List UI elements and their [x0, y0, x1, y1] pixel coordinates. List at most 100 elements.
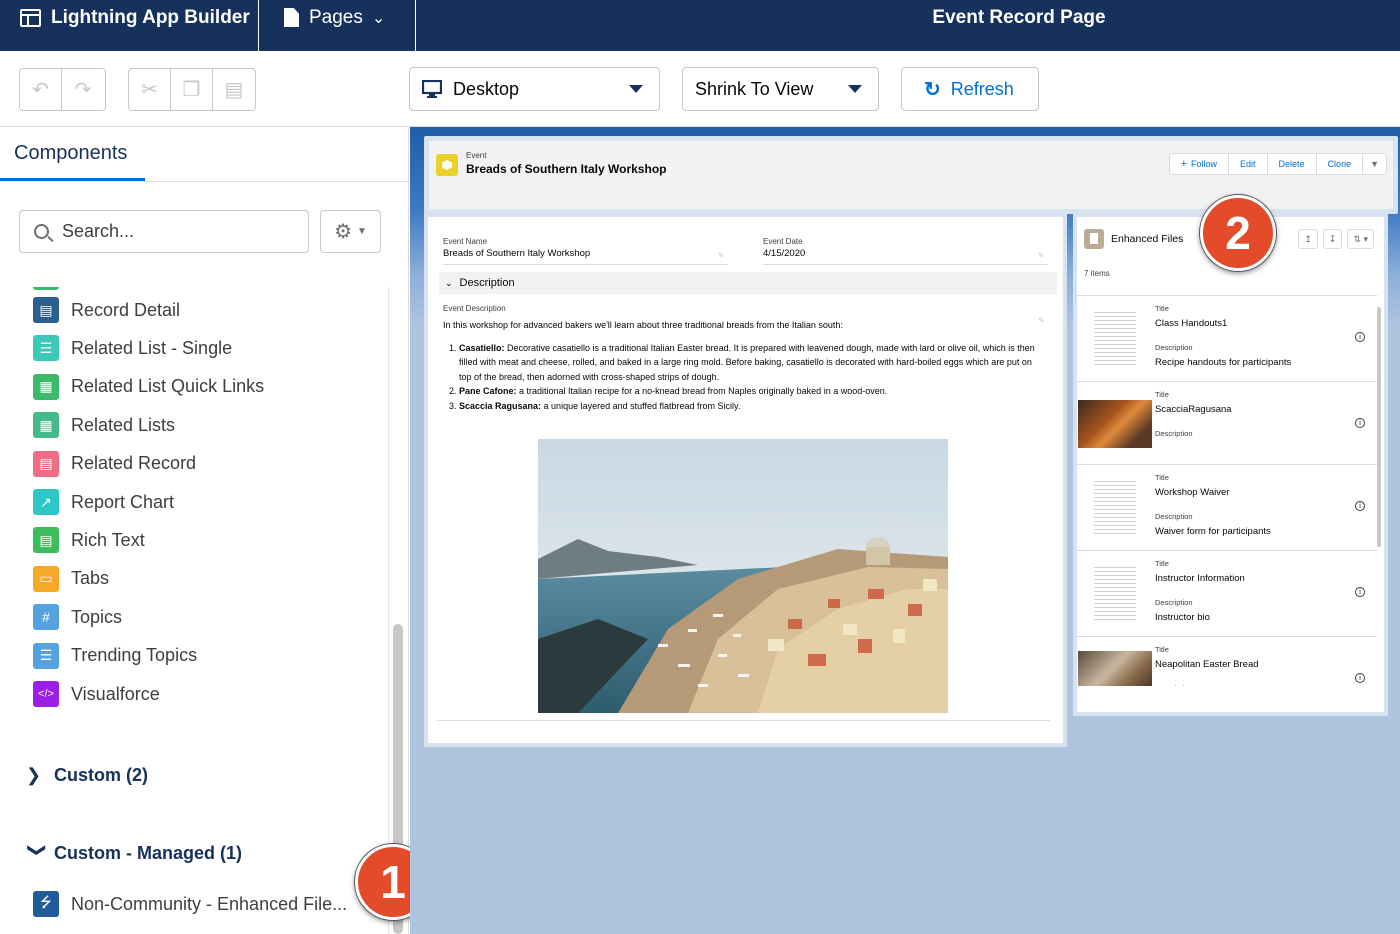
rich-text-icon: ▤: [33, 527, 59, 554]
record-detail-icon: ▤: [33, 297, 59, 323]
redo-icon[interactable]: ↷: [62, 69, 104, 110]
component-label: Record Detail: [71, 299, 181, 320]
trending-topics-icon: ☰: [33, 642, 59, 669]
component-item[interactable]: ☰ Trending Topics: [33, 642, 197, 669]
component-item[interactable]: ▦ Related Lists: [33, 412, 176, 439]
component-label: Related Lists: [71, 414, 176, 435]
clone-button[interactable]: Clone: [1317, 154, 1364, 174]
file-thumbnail: [1078, 400, 1152, 448]
section-custom-managed[interactable]: ❯ Custom - Managed (1): [26, 843, 243, 864]
dropdown-arrow-icon: [629, 85, 643, 93]
refresh-button[interactable]: ↻ Refresh: [901, 67, 1039, 111]
callout-badge-2: 2: [1200, 195, 1276, 271]
file-item[interactable]: Title Neapolitan Easter Bread Description i: [1077, 636, 1377, 686]
info-icon[interactable]: i: [1355, 332, 1365, 342]
clipboard-group: ✂ ❐ ▤: [128, 68, 256, 111]
lightning-icon: ⭍: [33, 891, 59, 917]
zoom-select[interactable]: Shrink To View: [682, 67, 879, 111]
device-select[interactable]: Desktop: [409, 67, 660, 111]
chevron-down-icon: ⌄: [445, 277, 453, 288]
file-title: ScacciaRagusana: [1155, 404, 1232, 415]
edit-pencil-icon[interactable]: ✎: [718, 251, 725, 260]
enhanced-files-card[interactable]: Enhanced Files ↥ ↧ ⇅ ▾ 7 items Title Clas…: [1073, 213, 1388, 716]
pages-menu[interactable]: Pages ⌄: [260, 0, 416, 51]
edit-button[interactable]: Edit: [1229, 154, 1268, 174]
related-lists-icon: ▦: [33, 412, 59, 439]
component-search: [19, 210, 309, 253]
description-section-header[interactable]: ⌄ Description: [439, 272, 1057, 294]
event-description: In this workshop for advanced bakers we'…: [443, 318, 1043, 413]
plus-icon: +: [1180, 158, 1188, 170]
file-description: Recipe handouts for participants: [1155, 357, 1292, 368]
edit-pencil-icon[interactable]: ✎: [1038, 251, 1045, 260]
document-thumbnail: [1094, 478, 1136, 534]
component-label: Visualforce: [71, 683, 160, 704]
more-actions-button[interactable]: ▼: [1363, 154, 1386, 174]
file-item[interactable]: Title Instructor Information Description In…: [1077, 550, 1377, 635]
related-record-icon: ▤: [33, 450, 59, 477]
info-icon[interactable]: i: [1355, 501, 1365, 511]
component-item[interactable]: ▤ Record Detail: [33, 297, 180, 323]
toolbar: ↶ ↷ ✂ ❐ ▤ Desktop Shrink To View ↻ Refre…: [0, 51, 1400, 127]
copy-icon[interactable]: ❐: [171, 69, 213, 110]
component-item[interactable]: ↗ Report Chart: [33, 489, 174, 515]
file-item[interactable]: Title Class Handouts1 Description Recipe ha…: [1077, 295, 1377, 380]
report-chart-icon: ↗: [33, 489, 59, 515]
record-title: Breads of Southern Italy Workshop: [466, 162, 667, 176]
info-icon[interactable]: i: [1355, 418, 1365, 428]
component-label: Tabs: [71, 568, 110, 589]
tabs-icon: ▭: [33, 565, 59, 592]
component-label: Rich Text: [71, 529, 145, 550]
cut-icon[interactable]: ✂: [129, 69, 171, 110]
file-item[interactable]: Title Workshop Waiver Description Waiver fo…: [1077, 464, 1377, 549]
desktop-icon: [422, 80, 442, 98]
file-description-label: Description: [1155, 343, 1193, 352]
delete-button[interactable]: Delete: [1268, 154, 1317, 174]
info-icon[interactable]: i: [1355, 673, 1365, 683]
search-input[interactable]: [62, 221, 282, 242]
component-item[interactable]: ▤ Related Record: [33, 450, 197, 477]
files-icon: [1084, 229, 1104, 249]
tab-components[interactable]: Components: [14, 142, 127, 165]
file-thumbnail: [1078, 468, 1152, 546]
sort-icon[interactable]: ⇅ ▾: [1347, 229, 1374, 249]
divider: [437, 720, 1050, 721]
scrollbar[interactable]: [1377, 307, 1381, 547]
component-label: Related Record: [71, 453, 197, 474]
settings-menu-button[interactable]: ⚙ ▼: [320, 210, 381, 253]
file-thumbnail: [1078, 651, 1152, 686]
follow-button[interactable]: + Follow: [1170, 154, 1230, 174]
partial-component-icon: [33, 287, 59, 290]
undo-icon[interactable]: ↶: [20, 69, 62, 110]
component-item[interactable]: ▤ Rich Text: [33, 527, 145, 554]
paste-icon[interactable]: ▤: [213, 69, 255, 110]
upload-icon[interactable]: ↥: [1298, 229, 1318, 249]
visualforce-icon: </>: [33, 681, 59, 707]
download-icon[interactable]: ↧: [1322, 229, 1343, 249]
bread-name: Scaccia Ragusana:: [459, 400, 542, 411]
component-item-enhanced-files[interactable]: ⭍ Non-Community - Enhanced File...: [33, 891, 347, 917]
tab-divider: [0, 181, 408, 182]
scroll-track: [388, 287, 389, 934]
component-item[interactable]: </> Visualforce: [33, 681, 160, 707]
zoom-select-value: Shrink To View: [695, 78, 814, 99]
component-label: Related List Quick Links: [71, 376, 265, 397]
record-detail[interactable]: Event Name Breads of Southern Italy Work…: [424, 213, 1067, 747]
file-title: Workshop Waiver: [1155, 487, 1230, 498]
info-icon[interactable]: i: [1355, 587, 1365, 597]
section-managed-label: Custom - Managed (1): [54, 843, 243, 863]
component-item[interactable]: # Topics: [33, 604, 122, 631]
file-description-label: Description: [1155, 429, 1193, 438]
component-item[interactable]: ☰ Related List - Single: [33, 335, 232, 362]
card-tools: ↥ ↧ ⇅ ▾: [1298, 229, 1374, 249]
record-actions: + Follow Edit Delete Clone ▼: [1168, 153, 1387, 175]
component-item[interactable]: ▦ Related List Quick Links: [33, 373, 265, 400]
refresh-icon: ↻: [924, 78, 941, 101]
section-custom[interactable]: ❯ Custom (2): [26, 765, 148, 786]
file-description-label: Description: [1155, 684, 1193, 686]
chevron-down-icon: ⌄: [371, 10, 386, 27]
bread-name: Pane Cafone:: [459, 386, 517, 396]
file-item[interactable]: Title ScacciaRagusana Description i: [1077, 381, 1377, 466]
component-item[interactable]: ▭ Tabs: [33, 565, 110, 592]
topics-icon: #: [33, 604, 59, 631]
